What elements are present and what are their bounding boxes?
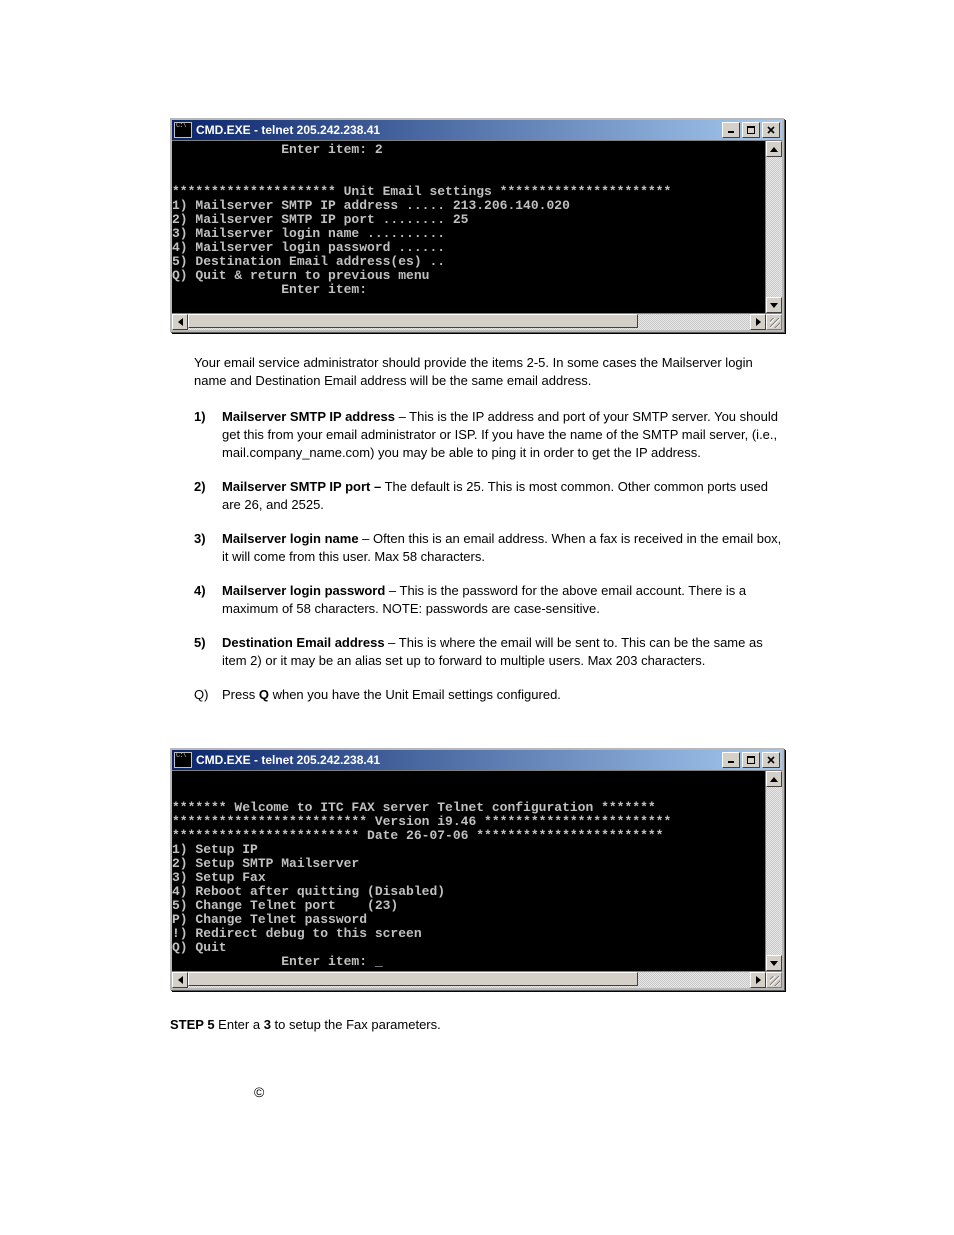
intro-paragraph: Your email service administrator should … bbox=[194, 354, 784, 390]
titlebar[interactable]: CMD.EXE - telnet 205.242.238.41 bbox=[172, 120, 782, 141]
list-title: Destination Email address bbox=[222, 635, 385, 650]
list-title: Mailserver SMTP IP address bbox=[222, 409, 395, 424]
list-item: 5) Destination Email address – This is w… bbox=[194, 634, 784, 670]
quit-instruction: Q) Press Q when you have the Unit Email … bbox=[194, 686, 784, 704]
console-output: Enter item: 2 ********************* Unit… bbox=[172, 141, 765, 313]
minimize-button[interactable] bbox=[722, 752, 740, 768]
console-output: ******* Welcome to ITC FAX server Telnet… bbox=[172, 771, 765, 971]
key-q: Q bbox=[259, 687, 269, 702]
scroll-up-button[interactable] bbox=[766, 771, 782, 787]
scroll-right-button[interactable] bbox=[750, 972, 766, 988]
scroll-down-button[interactable] bbox=[766, 955, 782, 971]
copyright-symbol: © bbox=[170, 1084, 784, 1100]
cmd-icon bbox=[174, 122, 192, 138]
list-item: 4) Mailserver login password – This is t… bbox=[194, 582, 784, 618]
scroll-track-h[interactable] bbox=[188, 972, 750, 988]
window-title: CMD.EXE - telnet 205.242.238.41 bbox=[196, 753, 722, 767]
console-window-main-menu: CMD.EXE - telnet 205.242.238.41 ******* … bbox=[170, 748, 784, 990]
list-title: Mailserver login password bbox=[222, 583, 385, 598]
scroll-thumb[interactable] bbox=[188, 972, 638, 986]
list-item: 2) Mailserver SMTP IP port – The default… bbox=[194, 478, 784, 514]
maximize-button[interactable] bbox=[742, 752, 760, 768]
scroll-track[interactable] bbox=[766, 157, 782, 297]
step-label: STEP 5 bbox=[170, 1017, 215, 1032]
resize-grip[interactable] bbox=[766, 972, 782, 988]
list-marker: 5) bbox=[194, 634, 206, 652]
scroll-down-button[interactable] bbox=[766, 297, 782, 313]
list-title: Mailserver SMTP IP port – bbox=[222, 479, 381, 494]
list-title: Mailserver login name bbox=[222, 531, 359, 546]
vertical-scrollbar[interactable] bbox=[765, 141, 782, 313]
list-marker: 3) bbox=[194, 530, 206, 548]
scroll-track[interactable] bbox=[766, 787, 782, 955]
vertical-scrollbar[interactable] bbox=[765, 771, 782, 971]
list-marker: 2) bbox=[194, 478, 206, 496]
scroll-left-button[interactable] bbox=[172, 972, 188, 988]
list-marker: 4) bbox=[194, 582, 206, 600]
cmd-icon bbox=[174, 752, 192, 768]
list-marker: 1) bbox=[194, 408, 206, 426]
window-title: CMD.EXE - telnet 205.242.238.41 bbox=[196, 123, 722, 137]
key-3: 3 bbox=[264, 1017, 271, 1032]
scroll-left-button[interactable] bbox=[172, 314, 188, 330]
minimize-button[interactable] bbox=[722, 122, 740, 138]
scroll-up-button[interactable] bbox=[766, 141, 782, 157]
list-item: 3) Mailserver login name – Often this is… bbox=[194, 530, 784, 566]
maximize-button[interactable] bbox=[742, 122, 760, 138]
console-window-email-settings: CMD.EXE - telnet 205.242.238.41 Enter it… bbox=[170, 118, 784, 332]
list-item: Q) Press Q when you have the Unit Email … bbox=[194, 686, 784, 704]
list-marker: Q) bbox=[194, 686, 208, 704]
step-5-instruction: STEP 5 Enter a 3 to setup the Fax parame… bbox=[170, 1016, 784, 1034]
settings-list: 1) Mailserver SMTP IP address – This is … bbox=[194, 408, 784, 670]
scroll-track-h[interactable] bbox=[188, 314, 750, 330]
close-button[interactable] bbox=[762, 122, 780, 138]
horizontal-scrollbar[interactable] bbox=[172, 313, 782, 330]
horizontal-scrollbar[interactable] bbox=[172, 971, 782, 988]
list-item: 1) Mailserver SMTP IP address – This is … bbox=[194, 408, 784, 462]
scroll-thumb[interactable] bbox=[188, 314, 638, 328]
scroll-right-button[interactable] bbox=[750, 314, 766, 330]
titlebar[interactable]: CMD.EXE - telnet 205.242.238.41 bbox=[172, 750, 782, 771]
resize-grip[interactable] bbox=[766, 314, 782, 330]
close-button[interactable] bbox=[762, 752, 780, 768]
